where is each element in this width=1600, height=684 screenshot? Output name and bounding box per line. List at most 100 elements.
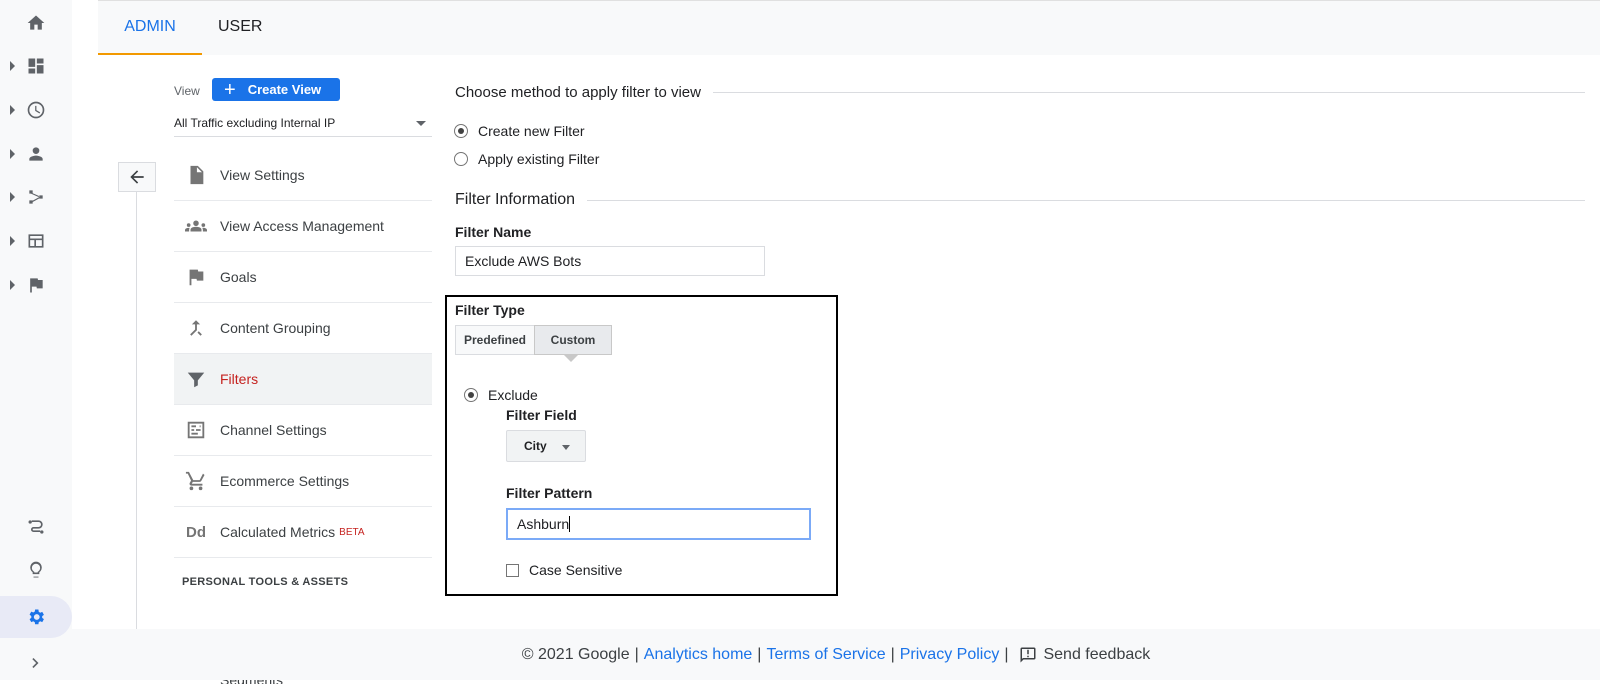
- radio-button[interactable]: [464, 388, 478, 402]
- radio-label: Apply existing Filter: [478, 151, 600, 167]
- expand-caret-icon: [10, 192, 15, 202]
- expand-caret-icon: [10, 105, 15, 115]
- analytics-home-link[interactable]: Analytics home: [644, 646, 753, 664]
- privacy-policy-link[interactable]: Privacy Policy: [900, 646, 1000, 664]
- send-feedback-label: Send feedback: [1043, 645, 1151, 663]
- conversions-nav[interactable]: [0, 265, 72, 305]
- create-view-label: Create View: [247, 82, 322, 97]
- case-sensitive-row[interactable]: Case Sensitive: [506, 562, 622, 578]
- view-label: View: [174, 84, 200, 98]
- filter-name-input[interactable]: Exclude AWS Bots: [455, 246, 765, 276]
- terms-of-service-link[interactable]: Terms of Service: [766, 646, 885, 664]
- expand-caret-icon: [10, 61, 15, 71]
- create-view-button[interactable]: + Create View: [212, 78, 340, 101]
- gear-icon: [29, 609, 44, 625]
- home-nav[interactable]: [0, 3, 72, 43]
- expand-caret-icon: [10, 236, 15, 246]
- text-cursor: [569, 516, 571, 532]
- case-sensitive-label: Case Sensitive: [529, 562, 623, 578]
- filter-type-toggle: Predefined Custom: [455, 325, 612, 355]
- flag-icon: [189, 269, 204, 286]
- document-icon: [190, 165, 204, 185]
- send-feedback-link[interactable]: Send feedback: [1013, 646, 1150, 664]
- column-divider: [136, 191, 137, 631]
- radio-exclude[interactable]: Exclude: [455, 381, 538, 409]
- admin-nav[interactable]: [0, 597, 72, 637]
- attribution-nav[interactable]: [0, 507, 72, 547]
- filter-field-label: Filter Field: [506, 407, 577, 423]
- realtime-nav[interactable]: [0, 90, 72, 130]
- menu-item-label: Goals: [220, 269, 257, 285]
- menu-item-view-settings[interactable]: View Settings: [174, 150, 432, 201]
- separator: |: [634, 645, 639, 663]
- menu-item-label: Ecommerce Settings: [220, 473, 350, 489]
- merge-icon: [190, 320, 202, 336]
- attribution-icon: [28, 520, 44, 534]
- menu-item-calculated-metrics[interactable]: Dd Calculated Metrics BETA: [174, 507, 432, 558]
- view-dropdown-value: All Traffic excluding Internal IP: [174, 116, 336, 130]
- filter-editor: Choose method to apply filter to view Cr…: [445, 54, 1585, 624]
- filter-icon: [187, 372, 205, 388]
- chevron-down-icon: [562, 445, 570, 450]
- method-heading: Choose method to apply filter to view: [455, 84, 701, 101]
- menu-item-label: Calculated Metrics: [220, 524, 336, 540]
- menu-item-label: Filters: [220, 371, 259, 387]
- filter-field-value: City: [524, 439, 547, 453]
- method-heading-row: Choose method to apply filter to view: [455, 84, 1585, 101]
- footer: © 2021 Google | Analytics home | Terms o…: [72, 629, 1600, 680]
- menu-item-content-grouping[interactable]: Content Grouping: [174, 303, 432, 354]
- predefined-button[interactable]: Predefined: [455, 325, 535, 355]
- acquisition-nav[interactable]: [0, 177, 72, 217]
- heading-divider: [587, 199, 1585, 201]
- acquisition-icon: [29, 190, 43, 204]
- customization-nav[interactable]: [0, 46, 72, 86]
- expand-caret-icon: [10, 280, 15, 290]
- filter-name-value: Exclude AWS Bots: [465, 253, 582, 269]
- radio-button[interactable]: [454, 152, 468, 166]
- expand-nav[interactable]: [0, 643, 72, 683]
- expand-caret-icon: [10, 149, 15, 159]
- discover-nav[interactable]: [0, 550, 72, 590]
- lightbulb-icon: [30, 561, 42, 578]
- info-heading-row: Filter Information: [455, 191, 1585, 209]
- behavior-nav[interactable]: [0, 221, 72, 261]
- person-icon: [29, 147, 43, 161]
- cart-icon: [185, 471, 205, 491]
- radio-label: Create new Filter: [478, 123, 585, 139]
- filter-pattern-input[interactable]: Ashburn: [506, 508, 811, 540]
- channel-settings-icon: [187, 421, 205, 439]
- back-button[interactable]: [118, 162, 156, 192]
- heading-divider: [712, 92, 1585, 93]
- copyright: © 2021 Google: [521, 645, 630, 663]
- radio-create-new-filter[interactable]: Create new Filter: [445, 117, 585, 145]
- menu-item-goals[interactable]: Goals: [174, 252, 432, 303]
- view-dropdown[interactable]: All Traffic excluding Internal IP: [174, 110, 432, 137]
- arrow-left-icon: [130, 170, 144, 184]
- menu-item-filters[interactable]: Filters: [174, 354, 432, 405]
- menu-item-ecommerce-settings[interactable]: Ecommerce Settings: [174, 456, 432, 507]
- beta-badge: BETA: [339, 526, 365, 538]
- admin-tabs-bar: ADMIN USER: [98, 0, 1600, 55]
- case-sensitive-checkbox[interactable]: [506, 563, 519, 577]
- custom-button[interactable]: Custom: [534, 325, 612, 355]
- audience-nav[interactable]: [0, 134, 72, 174]
- radio-apply-existing-filter[interactable]: Apply existing Filter: [445, 145, 599, 173]
- radio-button[interactable]: [454, 124, 468, 138]
- feedback-icon: [1020, 647, 1036, 662]
- filter-name-label: Filter Name: [455, 224, 532, 240]
- filter-type-panel: Filter Type Predefined Custom Exclude Fi…: [445, 295, 838, 596]
- tab-user[interactable]: USER: [218, 1, 262, 53]
- menu-item-view-access-management[interactable]: View Access Management: [174, 201, 432, 252]
- separator: |: [890, 645, 895, 663]
- menu-item-channel-settings[interactable]: Channel Settings: [174, 405, 432, 456]
- view-column: View + Create View All Traffic excluding…: [98, 54, 438, 684]
- separator: |: [757, 645, 762, 663]
- chevron-right-icon: [32, 658, 39, 668]
- radio-label: Exclude: [488, 387, 538, 403]
- filter-field-dropdown[interactable]: City: [506, 430, 586, 462]
- menu-item-label: Channel Settings: [220, 422, 327, 438]
- tab-admin[interactable]: ADMIN: [98, 1, 202, 55]
- clock-icon: [27, 101, 45, 119]
- chevron-down-icon: [416, 121, 426, 126]
- home-icon: [27, 15, 45, 30]
